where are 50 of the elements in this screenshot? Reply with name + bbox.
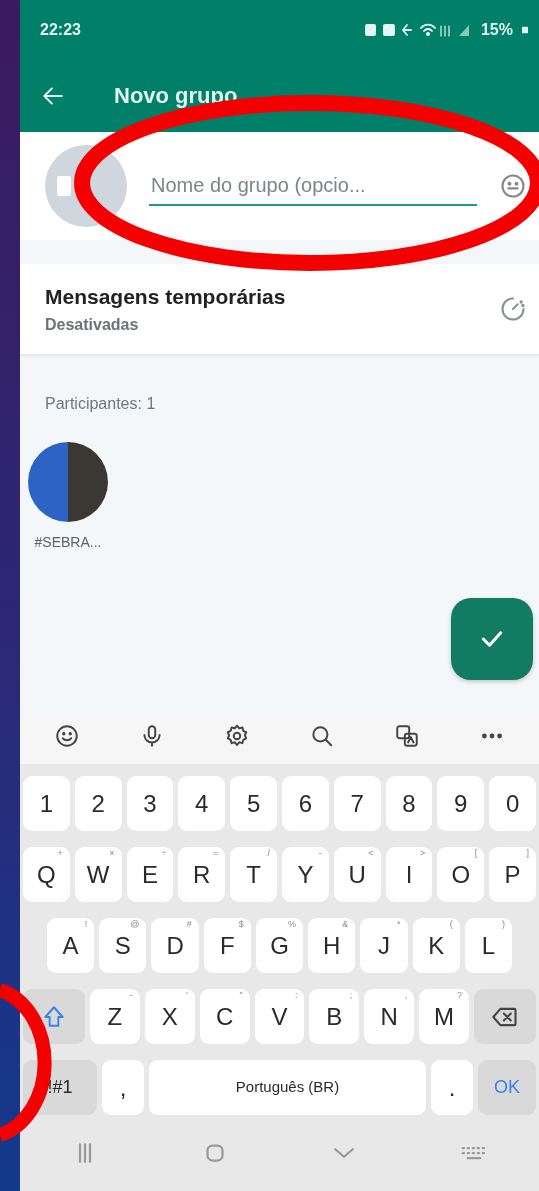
keyboard-key[interactable]: 5 <box>230 776 277 831</box>
battery-percent: 15% <box>480 20 513 40</box>
keyboard-key[interactable]: N , <box>364 989 415 1044</box>
emoji-icon[interactable] <box>53 723 80 749</box>
timer-icon[interactable] <box>499 295 527 323</box>
status-time: 22:23 <box>40 20 81 40</box>
space-bar[interactable]: Português (BR) <box>149 1060 426 1115</box>
keyboard-key[interactable]: B ; <box>309 989 360 1044</box>
keyboard-key[interactable]: V : <box>254 989 305 1044</box>
keyboard-key[interactable]: F $ <box>203 918 251 973</box>
keyboard-key[interactable]: K ( <box>412 918 460 973</box>
participants-label: Participantes: 1 <box>45 394 157 414</box>
confirm-button[interactable] <box>451 598 533 680</box>
keyboard-key[interactable]: 8 <box>385 776 433 831</box>
keyboard-key[interactable]: S @ <box>99 918 147 973</box>
keyboard-key[interactable]: O [ <box>437 847 485 902</box>
keyboard-key[interactable]: P ] <box>489 847 536 902</box>
keyboard-key[interactable]: 0 <box>489 776 536 831</box>
keyboard-key[interactable]: 9 <box>437 776 485 831</box>
keyboard-key[interactable]: X ' <box>144 989 195 1044</box>
keyboard-key[interactable]: D # <box>151 918 199 973</box>
keyboard-key[interactable]: J * <box>360 918 408 973</box>
backspace-key[interactable] <box>474 989 536 1044</box>
keyboard-key[interactable]: C " <box>199 989 250 1044</box>
participant-name: #SEBRA... <box>34 533 102 552</box>
keyboard-key[interactable]: 2 <box>74 776 122 831</box>
keyboard-key[interactable]: . <box>431 1060 473 1115</box>
keyboard-key[interactable]: 6 <box>282 776 329 831</box>
keyboard-key[interactable]: Q + <box>23 847 70 902</box>
setting-title: Mensagens temporárias <box>45 284 286 311</box>
keyboard-key[interactable]: 4 <box>178 776 226 831</box>
keyboard-key[interactable]: Z - <box>90 989 140 1044</box>
keyboard-key[interactable]: R = <box>178 847 226 902</box>
keyboard-key[interactable]: 1 <box>23 776 70 831</box>
keyboard-key[interactable]: , <box>102 1060 144 1115</box>
keyboard-key[interactable]: 3 <box>126 776 174 831</box>
keyboard-key[interactable]: T / <box>230 847 277 902</box>
keyboard-key[interactable]: L ) <box>464 918 512 973</box>
keyboard-key[interactable]: 7 <box>333 776 381 831</box>
keyboard-key[interactable]: A ! <box>47 918 95 973</box>
keyboard-key[interactable]: H & <box>308 918 356 973</box>
keyboard-key[interactable]: G % <box>255 918 304 973</box>
keyboard-key[interactable]: W × <box>74 847 122 902</box>
keyboard-key[interactable]: I > <box>385 847 433 902</box>
keyboard-key[interactable]: U < <box>333 847 381 902</box>
keyboard-key[interactable]: E ÷ <box>126 847 174 902</box>
keyboard-key[interactable]: M ? <box>419 989 469 1044</box>
keyboard-key[interactable]: Y - <box>282 847 329 902</box>
translate-icon[interactable] <box>394 723 421 749</box>
setting-value: Desativadas <box>45 314 140 335</box>
